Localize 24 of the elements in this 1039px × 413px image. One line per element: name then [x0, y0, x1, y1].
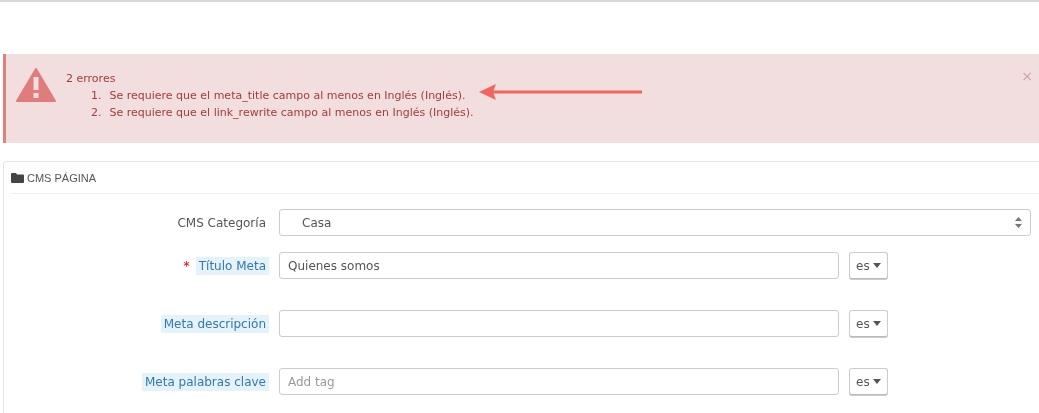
- field-label: CMS Categoría: [176, 214, 267, 232]
- error-message: Se requiere que el link_rewrite campo al menos en Inglés (Inglés).: [109, 105, 474, 121]
- text-input[interactable]: Quienes somos: [279, 252, 839, 279]
- field-label: Meta palabras clave: [142, 372, 269, 391]
- panel-title: CMS PÁGINA: [27, 171, 97, 184]
- error-message: Se requiere que el meta_title campo al menos en Inglés (Inglés).: [109, 88, 466, 104]
- field-label: Título Meta: [195, 256, 269, 275]
- caret-icon: [872, 321, 881, 326]
- list-number: 1.: [91, 88, 102, 104]
- field-label: Meta descripción: [160, 314, 269, 333]
- warning-icon: [16, 68, 56, 102]
- language-dropdown[interactable]: es: [849, 252, 888, 279]
- language-dropdown[interactable]: es: [849, 310, 888, 337]
- category-select[interactable]: Casa: [279, 209, 1031, 236]
- tag-input[interactable]: Add tag: [279, 368, 839, 395]
- caret-icon: [872, 263, 881, 268]
- error-count: 2 errores: [66, 71, 117, 87]
- required-mark: *: [183, 258, 190, 273]
- text-input[interactable]: [279, 310, 839, 337]
- folder-icon: [11, 172, 24, 183]
- list-number: 2.: [91, 105, 102, 121]
- caret-icon: [872, 379, 881, 384]
- language-dropdown[interactable]: es: [849, 368, 888, 395]
- sort-arrows-icon: [1015, 217, 1022, 228]
